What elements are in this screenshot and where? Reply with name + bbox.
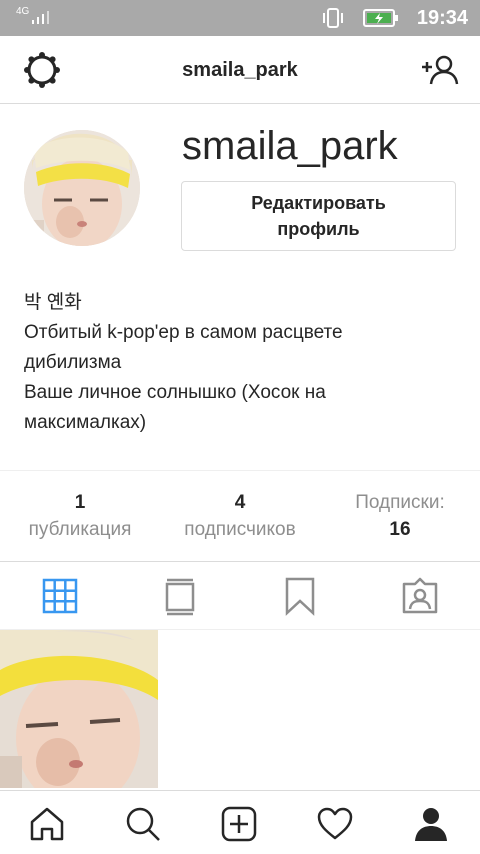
- profile-username: smaila_park: [182, 124, 398, 168]
- bio-line: дибилизма: [24, 352, 122, 373]
- battery-charging-icon: [362, 8, 399, 28]
- bio-line: Отбитый k-pop'ер в самом расцвете: [24, 322, 343, 343]
- bio-name: 박 옌화: [24, 292, 82, 313]
- post-thumbnail[interactable]: [0, 630, 158, 788]
- profile-stats: 1 публикация 4 подписчиков Подписки: 16: [0, 470, 480, 562]
- status-bar: 4G 19:34: [0, 0, 480, 36]
- signal-icon: [32, 11, 49, 24]
- edit-profile-label-line1: Редактировать: [251, 193, 386, 213]
- profile-bio: 박 옌화 Отбитый k-pop'ер в самом расцвете д…: [24, 288, 464, 438]
- search-icon[interactable]: [124, 805, 162, 843]
- add-user-icon[interactable]: [420, 50, 460, 90]
- bio-line: максималках): [24, 412, 147, 433]
- edit-profile-button[interactable]: Редактировать профиль: [181, 181, 456, 251]
- feed-icon[interactable]: [160, 576, 200, 616]
- profile-icon[interactable]: [412, 805, 450, 843]
- network-label: 4G: [16, 6, 30, 17]
- stat-following[interactable]: Подписки: 16: [340, 489, 460, 543]
- stat-posts: 1 публикация: [10, 489, 150, 543]
- add-post-icon[interactable]: [220, 805, 258, 843]
- settings-gear-icon[interactable]: [22, 50, 62, 90]
- following-count: 16: [389, 519, 411, 540]
- top-nav: smaila_park: [0, 36, 480, 104]
- home-icon[interactable]: [28, 805, 66, 843]
- profile-tabs: [0, 562, 480, 630]
- stat-followers[interactable]: 4 подписчиков: [168, 489, 312, 543]
- grid-icon[interactable]: [40, 576, 80, 616]
- bottom-nav: [0, 790, 480, 854]
- edit-profile-label-line2: профиль: [277, 219, 360, 239]
- tagged-icon[interactable]: [400, 576, 440, 616]
- posts-count: 1: [74, 492, 86, 513]
- heart-icon[interactable]: [316, 805, 354, 843]
- bio-line: Ваше личное солнышко (Хосок на: [24, 382, 326, 403]
- vibrate-icon: [321, 7, 345, 29]
- saved-bookmark-icon[interactable]: [280, 576, 320, 616]
- followers-count: 4: [234, 492, 246, 513]
- network-indicator: 4G: [16, 6, 49, 24]
- status-time: 19:34: [416, 6, 468, 29]
- posts-label: публикация: [28, 519, 132, 540]
- avatar[interactable]: [24, 130, 140, 246]
- page-title: smaila_park: [182, 59, 298, 81]
- followers-label: подписчиков: [184, 519, 296, 540]
- following-label: Подписки:: [355, 492, 445, 513]
